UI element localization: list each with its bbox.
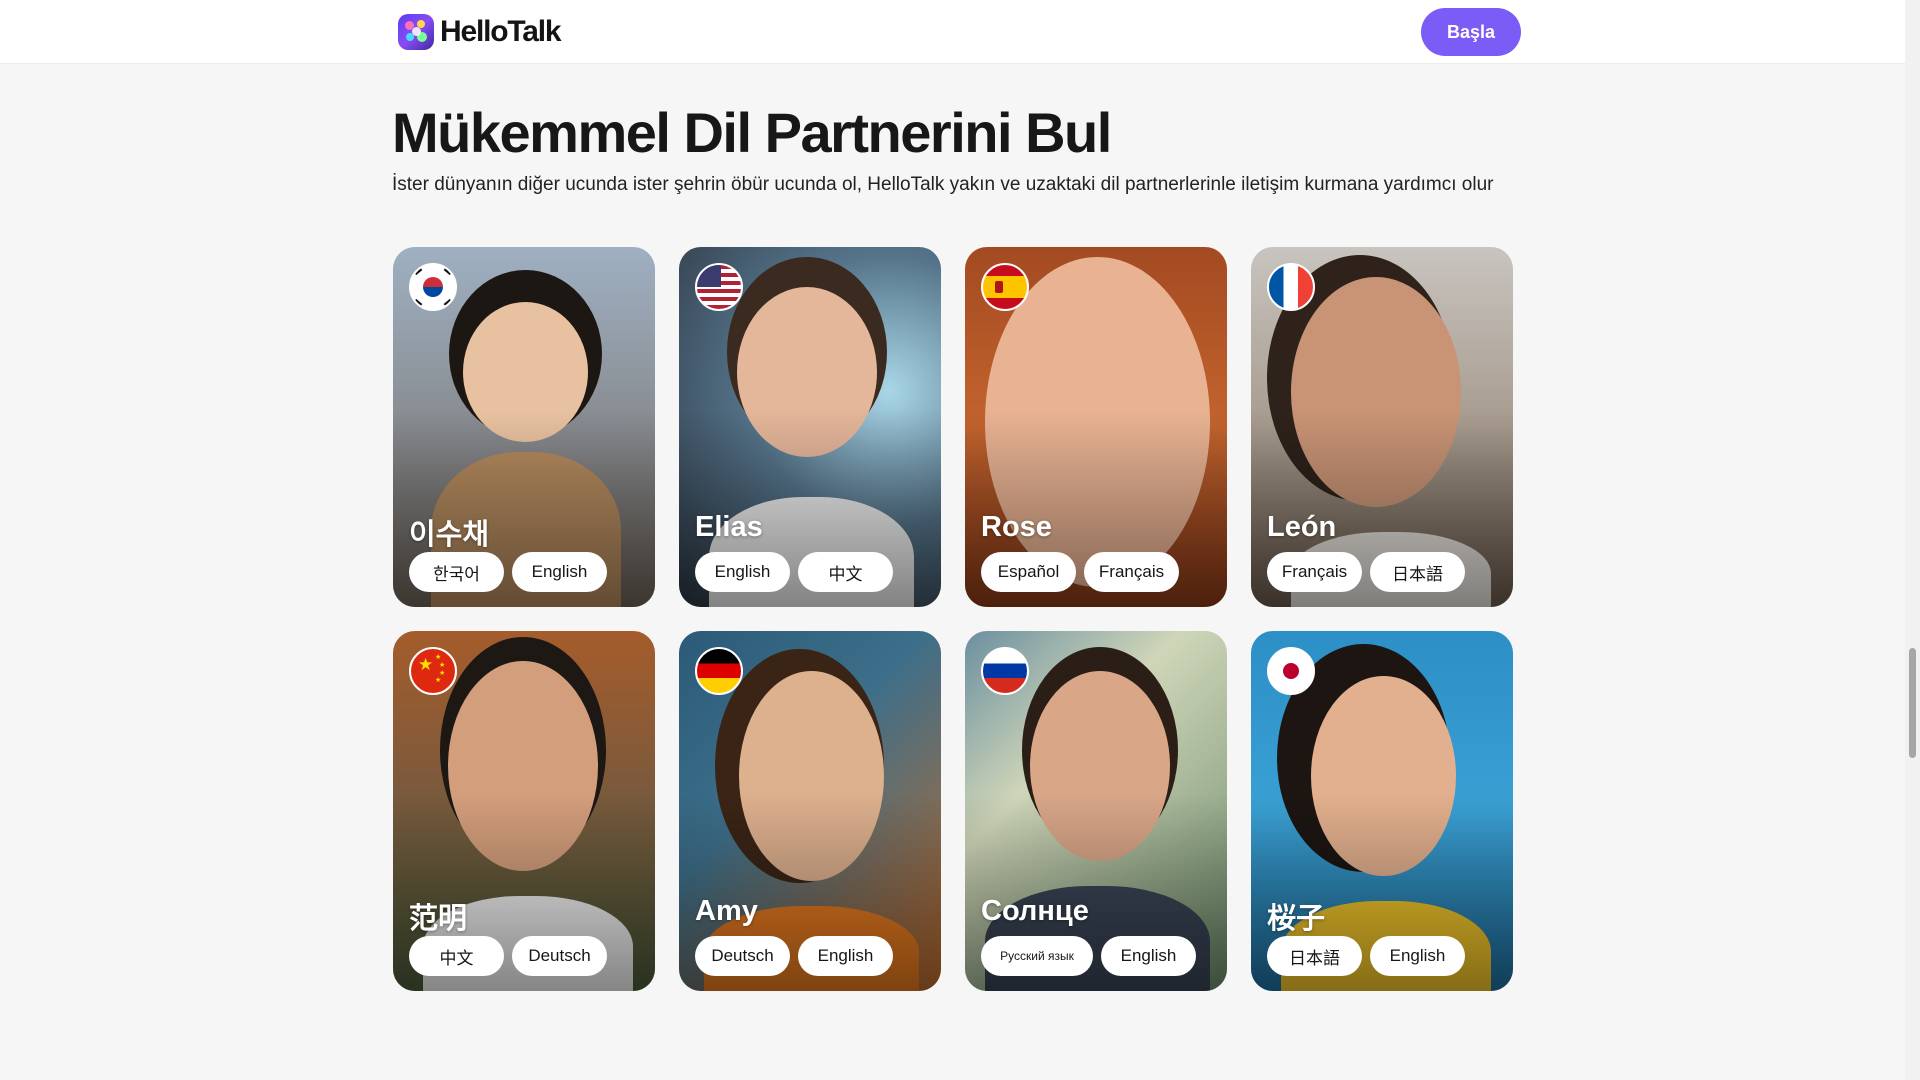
language-chip[interactable]: 中文: [798, 552, 893, 592]
get-started-button[interactable]: Başla: [1421, 8, 1521, 56]
language-chip[interactable]: Français: [1084, 552, 1179, 592]
france-flag-icon: [1267, 263, 1315, 311]
language-chips: Deutsch English: [695, 936, 893, 976]
language-chip[interactable]: 中文: [409, 936, 504, 976]
language-chip[interactable]: Русский язык: [981, 936, 1093, 976]
partner-name: Солнце: [981, 895, 1089, 927]
south-korea-flag-icon: [409, 263, 457, 311]
partner-card[interactable]: Elias English 中文: [679, 247, 941, 607]
language-chip[interactable]: English: [798, 936, 893, 976]
language-chip[interactable]: Deutsch: [695, 936, 790, 976]
china-flag-icon: ★ ★ ★ ★ ★: [409, 647, 457, 695]
language-chip[interactable]: 日本語: [1370, 552, 1465, 592]
language-chip[interactable]: 日本語: [1267, 936, 1362, 976]
partner-name: León: [1267, 511, 1337, 543]
logo-text: HelloTalk: [440, 15, 562, 48]
language-chip[interactable]: English: [512, 552, 607, 592]
partner-card[interactable]: Солнце Русский язык English: [965, 631, 1227, 991]
partner-name: Amy: [695, 895, 758, 927]
page-scrollbar[interactable]: [1905, 0, 1920, 1080]
language-chips: Русский язык English: [981, 936, 1196, 976]
section-subtitle: İster dünyanın diğer ucunda ister şehrin…: [392, 174, 1494, 195]
partner-name: 이수채: [409, 519, 490, 551]
partner-cards-grid: 이수채 한국어 English Elias English 中文 Rose Es…: [393, 247, 1513, 991]
spain-flag-icon: [981, 263, 1029, 311]
russia-flag-icon: [981, 647, 1029, 695]
language-chip[interactable]: English: [1370, 936, 1465, 976]
language-chip[interactable]: 한국어: [409, 552, 504, 592]
partner-name: Rose: [981, 511, 1052, 543]
top-navigation-bar: HelloTalk Başla: [0, 0, 1905, 64]
partner-card[interactable]: León Français 日本語: [1251, 247, 1513, 607]
partner-name: 范明: [409, 903, 468, 935]
language-chip[interactable]: English: [1101, 936, 1196, 976]
language-chips: 日本語 English: [1267, 936, 1465, 976]
language-chips: 한국어 English: [409, 552, 607, 592]
language-chips: English 中文: [695, 552, 893, 592]
partner-card[interactable]: ★ ★ ★ ★ ★ 范明 中文 Deutsch: [393, 631, 655, 991]
partner-card[interactable]: 이수채 한국어 English: [393, 247, 655, 607]
section-title: Mükemmel Dil Partnerini Bul: [392, 101, 1112, 164]
hellotalk-logo-icon: [398, 14, 434, 50]
partner-card[interactable]: 桜子 日本語 English: [1251, 631, 1513, 991]
hellotalk-logo[interactable]: HelloTalk: [398, 14, 562, 50]
language-chips: Español Français: [981, 552, 1179, 592]
partner-card[interactable]: Amy Deutsch English: [679, 631, 941, 991]
language-chip[interactable]: English: [695, 552, 790, 592]
partner-name: 桜子: [1267, 903, 1326, 935]
scrollbar-thumb[interactable]: [1909, 648, 1916, 758]
partner-card[interactable]: Rose Español Français: [965, 247, 1227, 607]
partner-name: Elias: [695, 511, 763, 543]
language-chips: 中文 Deutsch: [409, 936, 607, 976]
language-chip[interactable]: Français: [1267, 552, 1362, 592]
united-states-flag-icon: [695, 263, 743, 311]
language-chip[interactable]: Deutsch: [512, 936, 607, 976]
germany-flag-icon: [695, 647, 743, 695]
japan-flag-icon: [1267, 647, 1315, 695]
language-chips: Français 日本語: [1267, 552, 1465, 592]
language-chip[interactable]: Español: [981, 552, 1076, 592]
